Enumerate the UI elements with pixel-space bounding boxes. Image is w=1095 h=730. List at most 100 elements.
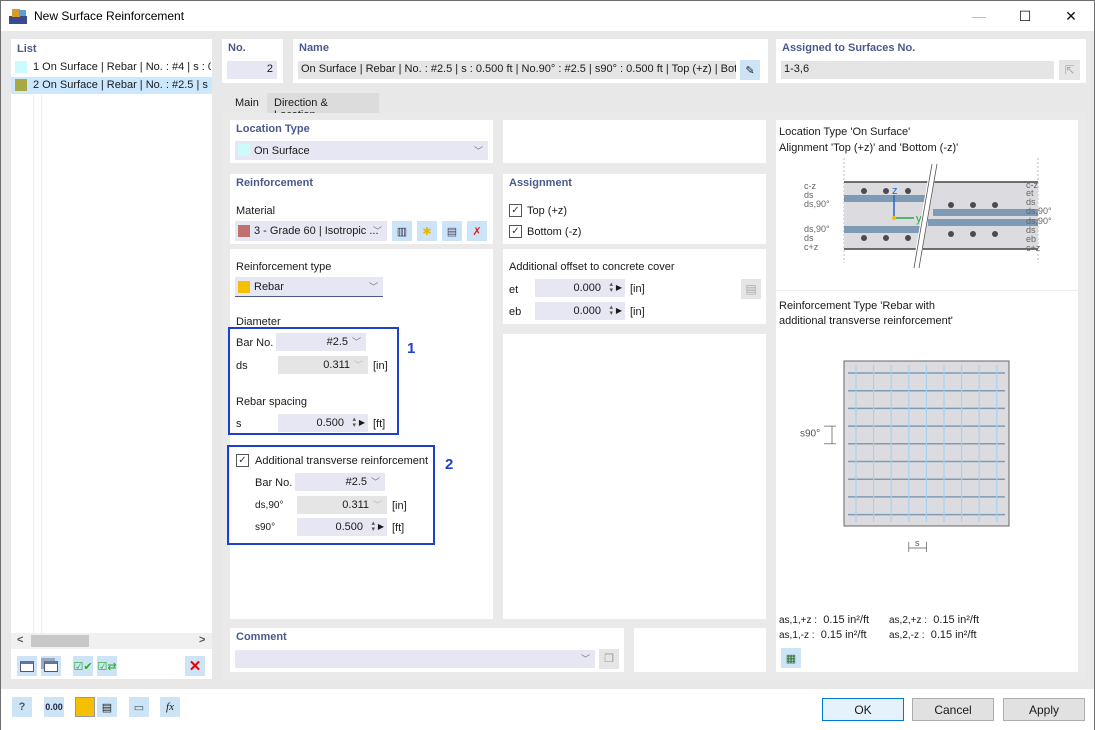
help-button[interactable]: ?: [12, 697, 32, 717]
delete-material-button[interactable]: ✗: [467, 221, 487, 241]
svg-text:z: z: [892, 185, 898, 197]
display-properties-icon: ▤: [101, 701, 113, 714]
top-label: Top (+z): [527, 205, 568, 217]
color-swatch: [238, 281, 250, 293]
minimize-button[interactable]: —: [956, 1, 1002, 31]
reinforcement-type-value: Rebar: [254, 281, 284, 293]
display-properties-button[interactable]: ▤: [97, 697, 117, 717]
no-header: No.: [228, 42, 246, 54]
list-item[interactable]: 1 On Surface | Rebar | No. : #4 | s : 0.…: [11, 59, 212, 75]
empty-panel: [503, 334, 766, 619]
no-panel: No. 2: [222, 39, 283, 83]
concrete-cover-button[interactable]: ▤: [741, 279, 761, 299]
footer: ? 0.00 ▤ ▭ fx OK Cancel Apply: [1, 689, 1094, 730]
scroll-right-icon[interactable]: >: [199, 634, 205, 646]
name-field[interactable]: On Surface | Rebar | No. : #2.5 | s : 0.…: [298, 61, 736, 79]
spin-updown-icon[interactable]: ▴ ▾: [609, 281, 613, 294]
dialog-window: New Surface Reinforcement — ☐ ✕ List 1 O…: [0, 0, 1095, 730]
view-button[interactable]: ▭: [129, 697, 149, 717]
monitor-icon: ▭: [133, 701, 145, 714]
eb-spinner[interactable]: 0.000 ▴ ▾ ▶: [535, 302, 625, 320]
comment-library-button[interactable]: ❐: [599, 649, 619, 669]
minimize-icon: —: [972, 8, 986, 24]
invert-selection-button[interactable]: ☑⇄: [97, 656, 117, 676]
window-title: New Surface Reinforcement: [34, 9, 185, 23]
dim-label: c+z: [804, 242, 819, 252]
empty-panel: [634, 628, 766, 672]
offset-panel: Additional offset to concrete cover et 0…: [503, 249, 766, 324]
dim-label: ds,90°: [804, 199, 830, 209]
formula-button[interactable]: fx: [160, 697, 180, 717]
material-library-button[interactable]: ▥: [392, 221, 412, 241]
chevron-down-icon: ﹀: [580, 654, 590, 664]
assignment-panel: Assignment ✓ Top (+z) ✓ Bottom (-z): [503, 174, 766, 244]
check-all-button[interactable]: ☑✔: [73, 656, 93, 676]
delete-x-icon: ✕: [188, 658, 202, 675]
area-value: 0.15 in²/ft: [823, 614, 870, 626]
play-arrow-icon[interactable]: ▶: [616, 306, 622, 315]
new-material-button[interactable]: ✱: [417, 221, 437, 241]
cursor-pick-icon: ⇱: [1064, 63, 1075, 77]
chevron-down-icon: ﹀: [368, 282, 378, 292]
reinforcement-header: Reinforcement: [236, 177, 314, 189]
maximize-button[interactable]: ☐: [1002, 1, 1048, 31]
empty-panel: [503, 120, 766, 163]
area-details-button[interactable]: ▦: [781, 648, 801, 668]
et-value: 0.000: [573, 282, 601, 294]
caption-line: additional transverse reinforcement': [779, 315, 953, 327]
comment-dropdown[interactable]: ﹀: [235, 650, 595, 668]
title-bar: New Surface Reinforcement — ☐ ✕: [1, 1, 1094, 31]
edit-pencil-icon: ✎: [745, 64, 755, 77]
material-dropdown[interactable]: 3 - Grade 60 | Isotropic ... ﹀: [235, 221, 387, 241]
pick-surfaces-button[interactable]: ⇱: [1059, 60, 1080, 80]
copy-window-icon: [44, 660, 58, 672]
chevron-down-icon: ﹀: [372, 226, 382, 236]
spin-updown-icon[interactable]: ▴ ▾: [609, 304, 613, 317]
maximize-icon: ☐: [1018, 7, 1032, 24]
units-icon: 0.00: [45, 702, 63, 712]
copy-item-button[interactable]: [41, 656, 61, 676]
close-button[interactable]: ✕: [1048, 1, 1094, 31]
material-label: Material: [236, 205, 276, 217]
no-field[interactable]: 2: [227, 61, 277, 79]
et-spinner[interactable]: 0.000 ▴ ▾ ▶: [535, 279, 625, 297]
new-item-button[interactable]: [17, 656, 37, 676]
results-icon: ▦: [785, 652, 797, 665]
list-panel: List 1 On Surface | Rebar | No. : #4 | s…: [11, 39, 212, 679]
table-icon: ▤: [745, 282, 757, 296]
eb-unit: [in]: [630, 306, 645, 318]
type-preview-caption: Reinforcement Type 'Rebar with additiona…: [779, 299, 953, 329]
tab-main[interactable]: Main: [227, 93, 267, 113]
tab-direction-location[interactable]: Direction & Location: [267, 93, 379, 121]
units-button[interactable]: 0.00: [44, 697, 64, 717]
scroll-left-icon[interactable]: <: [17, 634, 23, 646]
dim-label: c+z: [1026, 243, 1041, 253]
tab-main-label: Main: [235, 97, 259, 109]
location-type-value: On Surface: [254, 145, 310, 157]
cancel-label: Cancel: [934, 702, 972, 717]
delete-button[interactable]: ✕: [185, 656, 205, 676]
color-swatch: [238, 144, 250, 156]
assigned-header: Assigned to Surfaces No.: [782, 42, 916, 54]
s-label: s: [915, 538, 920, 548]
assigned-surfaces-field[interactable]: 1-3,6: [781, 61, 1054, 79]
reinforcement-type-dropdown[interactable]: Rebar ﹀: [235, 277, 383, 297]
ok-button[interactable]: OK: [822, 698, 904, 721]
et-label: et: [509, 284, 519, 296]
apply-button[interactable]: Apply: [1003, 698, 1085, 721]
bottom-checkbox[interactable]: ✓: [509, 225, 522, 238]
scroll-thumb[interactable]: [31, 635, 89, 647]
list-item-selected[interactable]: 2 On Surface | Rebar | No. : #2.5 | s : …: [11, 77, 212, 94]
comment-header: Comment: [236, 631, 287, 643]
cancel-button[interactable]: Cancel: [912, 698, 994, 721]
horizontal-scrollbar[interactable]: < >: [11, 633, 212, 649]
copy-icon: ❐: [604, 653, 614, 665]
play-arrow-icon[interactable]: ▶: [616, 283, 622, 292]
dim-label: ds,90°: [1026, 206, 1052, 216]
edit-material-button[interactable]: ▤: [442, 221, 462, 241]
color-button[interactable]: [75, 697, 95, 717]
top-checkbox[interactable]: ✓: [509, 204, 522, 217]
location-type-dropdown[interactable]: On Surface ﹀: [235, 141, 488, 160]
area-label: as,2,-z :: [889, 630, 925, 641]
edit-name-button[interactable]: ✎: [740, 60, 760, 80]
